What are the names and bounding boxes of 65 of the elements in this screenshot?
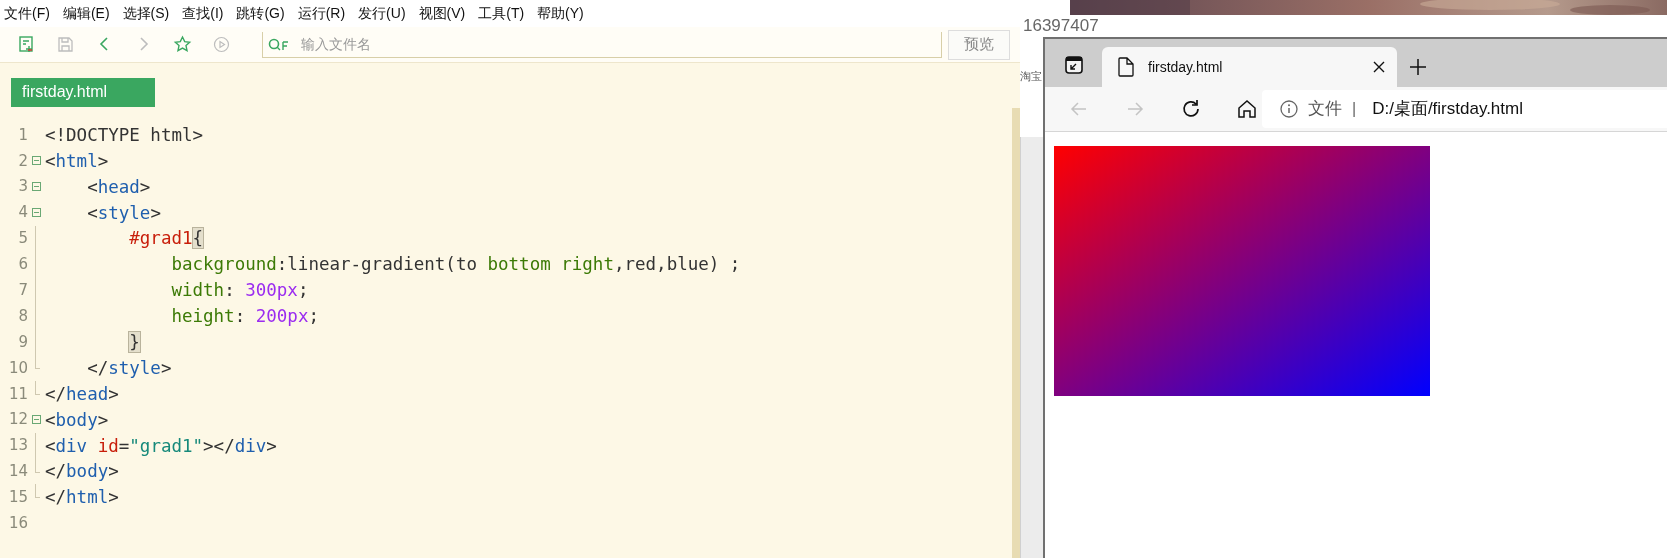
code-line: height: 200px; (170, 305, 319, 329)
menu-item[interactable]: 发行(U) (358, 3, 406, 24)
line-number: 6 (17, 254, 28, 276)
line-number: 12 (7, 409, 28, 431)
line-number: 3 (17, 176, 28, 198)
document-icon (1118, 57, 1134, 77)
star-icon[interactable] (173, 35, 192, 54)
line-number: 11 (7, 383, 28, 405)
line-number: 9 (17, 331, 28, 353)
collapse-icon[interactable] (31, 415, 41, 425)
search-icon (268, 37, 290, 52)
scrollbar[interactable] (1012, 108, 1020, 558)
line-number: 15 (7, 487, 28, 509)
line-number: 16 (7, 513, 28, 535)
code-line: width: 300px; (170, 279, 309, 303)
menu-item[interactable]: 运行(R) (297, 3, 346, 24)
tab-title: firstday.html (1148, 57, 1224, 77)
preview-button[interactable]: 预览 (948, 29, 1010, 60)
menu-item[interactable]: 文件(F) (4, 3, 50, 24)
line-number: 1 (17, 124, 28, 146)
line-number: 14 (7, 461, 28, 483)
info-icon (1280, 100, 1298, 118)
collapse-icon[interactable] (31, 156, 41, 166)
tab-actions-icon[interactable] (1064, 56, 1083, 74)
line-number: 4 (17, 202, 28, 224)
code-line: </head> (45, 382, 119, 406)
browser-tab[interactable]: firstday.html (1102, 47, 1397, 87)
url-text: D:/桌面/firstday.html (1372, 98, 1523, 121)
menu-item[interactable]: 跳转(G) (236, 3, 285, 24)
line-number: 8 (17, 305, 28, 327)
code-line: #grad1{ (128, 227, 204, 251)
menu-item[interactable]: 帮助(Y) (537, 3, 584, 24)
line-number: 10 (7, 357, 28, 379)
separator-text: | (1352, 99, 1357, 119)
reload-icon[interactable] (1180, 98, 1202, 120)
menu-item[interactable]: 查找(I) (182, 3, 224, 24)
code-line: <div id="grad1"></div> (45, 434, 277, 458)
code-line: <style> (86, 201, 161, 225)
code-line: <!DOCTYPE html> (45, 123, 204, 147)
code-line: <body> (45, 408, 109, 432)
menu-item[interactable]: 视图(V) (418, 3, 466, 24)
scheme-label: 文件 (1308, 98, 1342, 121)
code-line: </style> (86, 356, 172, 380)
code-line: <html> (45, 149, 109, 173)
new-file-icon[interactable] (17, 35, 36, 54)
search-field[interactable]: 输入文件名 (262, 31, 942, 58)
code-line: <head> (86, 175, 151, 199)
page-text: 16397407 (1023, 16, 1099, 35)
home-icon[interactable] (1236, 98, 1258, 120)
line-number: 7 (17, 280, 28, 302)
code-line: background:linear-gradient(to bottom right,red,blue) ; (170, 253, 741, 277)
address-bar[interactable]: 文件 | D:/桌面/firstday.html (1262, 90, 1667, 128)
line-number: 5 (17, 228, 28, 250)
line-number: 2 (17, 150, 28, 172)
code-line: </html> (45, 486, 119, 510)
code-line: </body> (45, 460, 119, 484)
menu-item[interactable]: 编辑(E) (62, 3, 110, 24)
close-icon[interactable] (1373, 61, 1385, 73)
collapse-icon[interactable] (31, 182, 41, 192)
collapse-icon[interactable] (31, 208, 41, 218)
menu-item[interactable]: 工具(T) (478, 3, 525, 24)
menu-item[interactable]: 选择(S) (122, 3, 170, 24)
line-number: 13 (7, 435, 28, 457)
new-tab-icon[interactable] (1409, 58, 1427, 76)
page-text: 淘宝 (1020, 69, 1042, 83)
